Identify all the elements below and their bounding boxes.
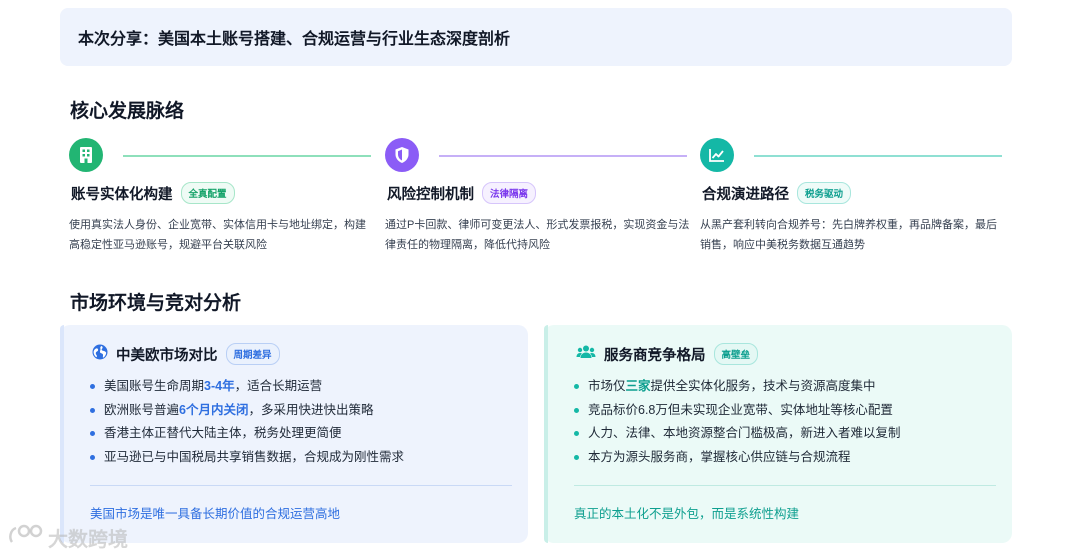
- watermark-text: 大数跨境: [48, 528, 128, 551]
- market-comparison-card: 中美欧市场对比 周期差异 美国账号生命周期 3-4年 ，适合长期运营 欧洲账号普遍 6…: [60, 325, 528, 543]
- bullet-dot: [574, 384, 579, 390]
- share-topic-banner: 本次分享：美国本土账号搭建、合规运营与行业生态深度剖析: [60, 8, 1012, 66]
- card-tag: 高壁垒: [713, 343, 759, 365]
- timeline-step-1: 账号实体化构建 全真配置 使用真实法人身份、企业宽带、实体信用卡与地址绑定，构建…: [69, 138, 371, 255]
- list-item: 本方为源头服务商，掌握核心供应链与合规流程: [574, 446, 1012, 470]
- list-item: 美国账号生命周期 3-4年 ，适合长期运营: [90, 375, 528, 399]
- watermark: 大数跨境: [8, 522, 128, 552]
- timeline-connector: [439, 155, 687, 157]
- share-topic-title: 本次分享：美国本土账号搭建、合规运营与行业生态深度剖析: [78, 31, 511, 48]
- card-title: 中美欧市场对比: [116, 347, 218, 364]
- bullet-dot: [574, 454, 579, 460]
- card-accent-bar: [544, 325, 548, 543]
- bullet-dot: [90, 431, 95, 437]
- bullet-dot: [90, 454, 95, 460]
- step-title: 合规演进路径: [702, 186, 789, 203]
- step-title: 账号实体化构建: [71, 186, 173, 203]
- card-list: 美国账号生命周期 3-4年 ，适合长期运营 欧洲账号普遍 6个月内关闭 ，多采用快进快出…: [60, 375, 528, 469]
- timeline-step-2: 风险控制机制 法律隔离 通过P卡回款、律师可变更法人、形式发票报税，实现资金与法…: [385, 138, 689, 255]
- watermark-logo-icon: [8, 522, 48, 552]
- list-item: 欧洲账号普遍 6个月内关闭 ，多采用快进快出策略: [90, 399, 528, 423]
- list-item: 香港主体正替代大陆主体，税务处理更简便: [90, 422, 528, 446]
- card-footer: 真正的本土化不是外包，而是系统性构建: [574, 507, 800, 521]
- list-item: 竞品标价6.8万但未实现企业宽带、实体地址等核心配置: [574, 399, 1012, 423]
- step-description: 使用真实法人身份、企业宽带、实体信用卡与地址绑定，构建高稳定性亚马逊账号，规避平…: [69, 219, 366, 251]
- card-divider: [574, 485, 996, 486]
- bullet-dot: [90, 384, 95, 390]
- step-title: 风险控制机制: [387, 186, 474, 203]
- service-competition-card: 服务商竞争格局 高壁垒 市场仅 三家 提供全实体化服务，技术与资源高度集中 竞品标价…: [544, 325, 1012, 543]
- trend-chart-icon: [700, 138, 734, 172]
- building-icon: [69, 138, 103, 172]
- card-footer: 美国市场是唯一具备长期价值的合规运营高地: [90, 507, 341, 521]
- section-title-market: 市场环境与竞对分析: [70, 293, 242, 314]
- globe-icon: [92, 344, 108, 365]
- team-icon: [576, 344, 596, 365]
- timeline-connector: [123, 155, 371, 157]
- bullet-dot: [574, 407, 579, 413]
- list-item: 人力、法律、本地资源整合门槛极高，新进入者难以复制: [574, 422, 1012, 446]
- list-item: 市场仅 三家 提供全实体化服务，技术与资源高度集中: [574, 375, 1012, 399]
- card-list: 市场仅 三家 提供全实体化服务，技术与资源高度集中 竞品标价6.8万但未实现企业宽带…: [544, 375, 1012, 469]
- bullet-dot: [574, 431, 579, 437]
- card-divider: [90, 485, 512, 486]
- step-tag: 法律隔离: [482, 182, 537, 204]
- step-description: 从黑产套利转向合规养号：先白牌养权重，再品牌备案，最后销售，响应中美税务数据互通…: [700, 219, 997, 251]
- bullet-dot: [90, 407, 95, 413]
- timeline-connector: [754, 155, 1002, 157]
- timeline-step-3: 合规演进路径 税务驱动 从黑产套利转向合规养号：先白牌养权重，再品牌备案，最后销…: [700, 138, 1002, 255]
- card-tag: 周期差异: [225, 343, 280, 365]
- list-item: 亚马逊已与中国税局共享销售数据，合规成为刚性需求: [90, 446, 528, 470]
- step-tag: 税务驱动: [797, 182, 852, 204]
- card-title: 服务商竞争格局: [604, 347, 706, 364]
- step-description: 通过P卡回款、律师可变更法人、形式发票报税，实现资金与法律责任的物理隔离，降低代…: [385, 219, 690, 251]
- step-tag: 全真配置: [180, 182, 235, 204]
- shield-icon: [385, 138, 419, 172]
- card-accent-bar: [60, 325, 64, 543]
- section-title-core: 核心发展脉络: [70, 101, 185, 122]
